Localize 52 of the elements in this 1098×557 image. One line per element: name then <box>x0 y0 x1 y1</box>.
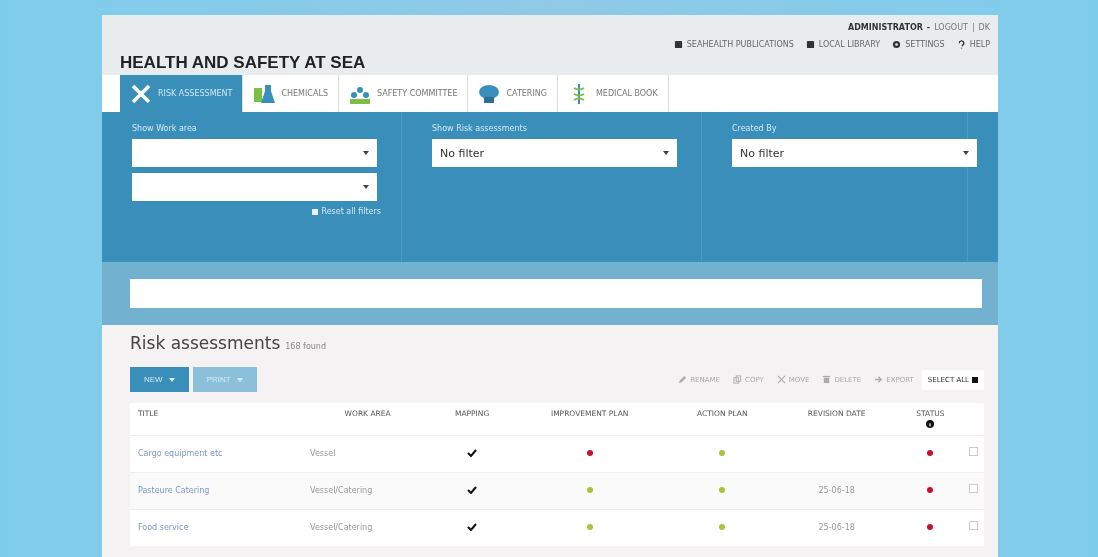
caret-icon <box>363 185 369 189</box>
select-field[interactable]: No filter <box>432 139 677 167</box>
flask-icon <box>253 82 276 105</box>
result-count: 168 found <box>285 342 326 351</box>
row-checkbox[interactable] <box>969 521 979 531</box>
account-link[interactable]: DK <box>978 23 990 32</box>
help-icon <box>956 40 966 49</box>
table-cell: Vessel/Catering <box>310 486 373 496</box>
scissors-icon <box>776 375 786 384</box>
checkbox-icon <box>972 376 978 383</box>
caret-icon <box>236 377 243 382</box>
user-name: ADMINISTRATOR <box>848 23 923 32</box>
tab[interactable]: RISK ASSESSMENT <box>120 75 244 112</box>
row-link[interactable]: Cargo equipment etc <box>138 449 223 459</box>
filter-label: Show Work area <box>132 124 198 133</box>
row-link[interactable]: Food service <box>138 523 189 533</box>
row-checkbox[interactable] <box>969 484 979 494</box>
row-checkbox[interactable] <box>969 447 979 457</box>
filter-label: Show Risk assessments <box>432 124 528 133</box>
table-cell: Vessel/Catering <box>310 523 373 533</box>
separator: - <box>926 23 931 32</box>
table-cell: 25-06-18 <box>818 523 855 533</box>
tools-icon <box>130 82 152 105</box>
trash-icon <box>822 375 832 384</box>
table-cell: Vessel <box>310 449 336 459</box>
table-cell: 25-06-18 <box>818 486 855 496</box>
settings-icon <box>892 40 902 49</box>
select-field[interactable] <box>132 139 377 167</box>
header-link[interactable]: SETTINGS <box>892 40 945 49</box>
caret-icon <box>963 151 969 155</box>
chef-hat-icon <box>478 82 501 105</box>
dropdown-button[interactable]: NEW <box>130 367 189 392</box>
pencil-icon <box>678 375 688 384</box>
account-link[interactable]: LOGOUT <box>934 23 968 32</box>
info-icon <box>926 419 935 428</box>
app-title: HEALTH AND SAFETY AT SEA <box>120 53 366 73</box>
caret-icon <box>363 151 369 155</box>
arrow-icon <box>874 375 884 384</box>
header-link[interactable]: LOCAL LIBRARY <box>805 40 881 49</box>
select-field[interactable]: No filter <box>732 139 977 167</box>
copy-icon <box>733 375 742 384</box>
header-link[interactable]: SEAHEALTH PUBLICATIONS <box>673 40 794 49</box>
caret-icon <box>168 377 175 382</box>
filter-label: Created By <box>732 124 778 133</box>
reset-link[interactable]: Reset all filters <box>312 207 381 216</box>
search-field[interactable] <box>130 279 982 308</box>
caret-icon <box>663 151 669 155</box>
header-link[interactable]: HELP <box>956 40 990 49</box>
row-link[interactable]: Pasteure Catering <box>138 486 210 496</box>
section-title: Risk assessments <box>130 333 281 353</box>
select-field[interactable] <box>132 173 377 201</box>
separator: | <box>971 23 975 32</box>
